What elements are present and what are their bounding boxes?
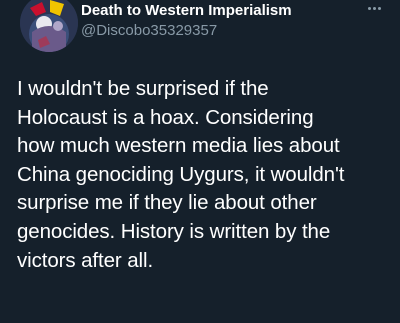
user-handle[interactable]: @Discobo35329357	[81, 22, 217, 39]
tweet-text-line: how much western media lies about	[17, 134, 340, 158]
display-name[interactable]: Death to Western Imperialism	[81, 2, 292, 19]
tweet-text-line: Holocaust is a hoax. Considering	[17, 105, 314, 129]
avatar[interactable]	[20, 0, 78, 52]
more-horizontal-icon[interactable]	[367, 4, 383, 14]
tweet-text-line: victors after all.	[17, 248, 154, 272]
avatar-image	[20, 0, 78, 52]
tweet-text-line: I wouldn't be surprised if the	[17, 77, 269, 100]
tweet-card: Death to Western Imperialism @Discobo353…	[0, 0, 400, 323]
tweet-text: I wouldn't be surprised if the Holocaust…	[17, 75, 392, 275]
tweet-text-line: genocides. History is written by the	[17, 219, 331, 243]
tweet-text-line: surprise me if they lie about other	[17, 191, 317, 215]
tweet-text-line: China genociding Uygurs, it wouldn't	[17, 162, 345, 186]
